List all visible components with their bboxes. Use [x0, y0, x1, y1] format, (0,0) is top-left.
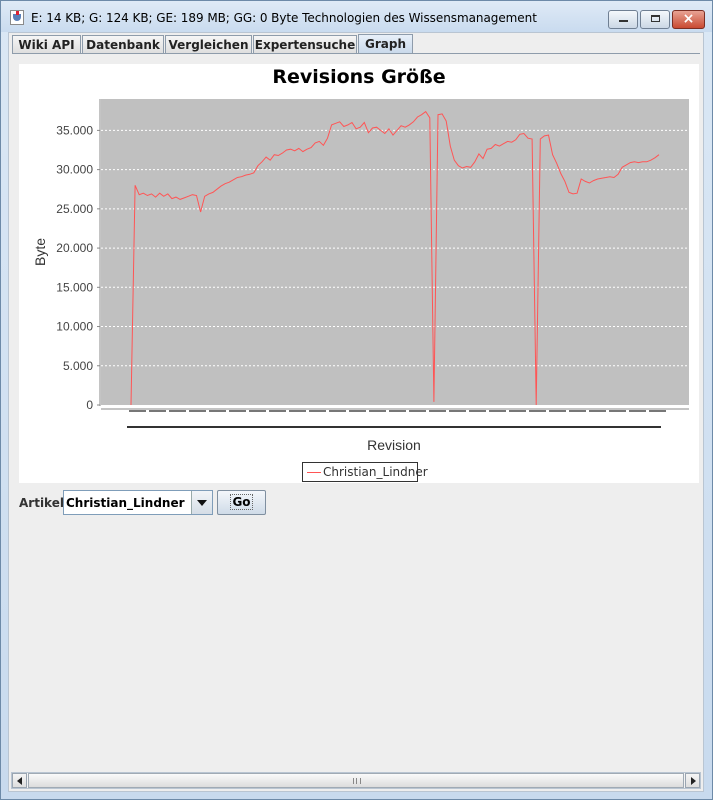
- revision-size-chart: 0 5.000 10.000 15.000 20.000 25.000 30.000 35.0…: [32, 99, 689, 453]
- tab-datenbank[interactable]: Datenbank: [82, 35, 164, 54]
- tab-divider: [12, 53, 700, 54]
- go-button[interactable]: Go: [217, 490, 266, 515]
- close-button[interactable]: ×: [672, 10, 705, 29]
- artikel-selected-value: Christian_Lindner: [66, 496, 185, 510]
- y-tick-label: 35.000: [56, 123, 93, 137]
- tab-expertensuche[interactable]: Expertensuche: [253, 35, 357, 54]
- y-axis-label: Byte: [32, 238, 48, 266]
- y-tick-label: 10.000: [56, 320, 93, 334]
- legend-swatch: [307, 472, 321, 473]
- minimize-icon: [619, 20, 628, 22]
- tab-graph[interactable]: Graph: [358, 34, 413, 54]
- chevron-down-icon[interactable]: [191, 491, 212, 514]
- chart-legend: Christian_Lindner: [302, 462, 428, 482]
- grid-lines: [101, 129, 689, 367]
- y-tick-label: 25.000: [56, 202, 93, 216]
- y-tick-label: 5.000: [63, 359, 93, 373]
- horizontal-scrollbar[interactable]: [11, 772, 701, 789]
- minimize-button[interactable]: [608, 10, 638, 29]
- window-title: E: 14 KB; G: 124 KB; GE: 189 MB; GG: 0 B…: [31, 11, 537, 25]
- go-button-label: Go: [230, 494, 253, 510]
- java-cup-icon: [10, 10, 24, 25]
- x-axis-label: Revision: [367, 437, 421, 453]
- scroll-right-icon[interactable]: [685, 773, 700, 788]
- scroll-left-icon[interactable]: [12, 773, 27, 788]
- controls-bar: Artikel: Christian_Lindner Go: [19, 490, 699, 518]
- title-bar[interactable]: E: 14 KB; G: 124 KB; GE: 189 MB; GG: 0 B…: [1, 1, 712, 32]
- grip-icon: [353, 778, 361, 784]
- series-line-christian-lindner: [130, 110, 660, 406]
- y-tick-label: 0: [86, 398, 93, 412]
- tab-wiki-api[interactable]: Wiki API: [12, 35, 81, 54]
- close-icon: ×: [682, 11, 695, 27]
- legend-label: Christian_Lindner: [323, 465, 428, 479]
- tabbed-content: Wiki API Datenbank Vergleichen Expertens…: [8, 32, 704, 792]
- artikel-label: Artikel:: [19, 496, 69, 510]
- maximize-icon: [651, 15, 660, 22]
- y-tick-label: 30.000: [56, 163, 93, 177]
- maximize-button[interactable]: [640, 10, 670, 29]
- artikel-dropdown[interactable]: Christian_Lindner: [63, 490, 213, 515]
- y-axis-ticks: 0 5.000 10.000 15.000 20.000 25.000 30.000 35.0…: [56, 123, 100, 412]
- application-window: E: 14 KB; G: 124 KB; GE: 189 MB; GG: 0 B…: [0, 0, 713, 800]
- scrollbar-thumb[interactable]: [28, 773, 684, 788]
- chart-panel: Revisions Größe 0 5.000 10.000 15.000 20.000…: [19, 64, 699, 483]
- y-tick-label: 20.000: [56, 241, 93, 255]
- tab-vergleichen[interactable]: Vergleichen: [165, 35, 252, 54]
- y-tick-label: 15.000: [56, 280, 93, 294]
